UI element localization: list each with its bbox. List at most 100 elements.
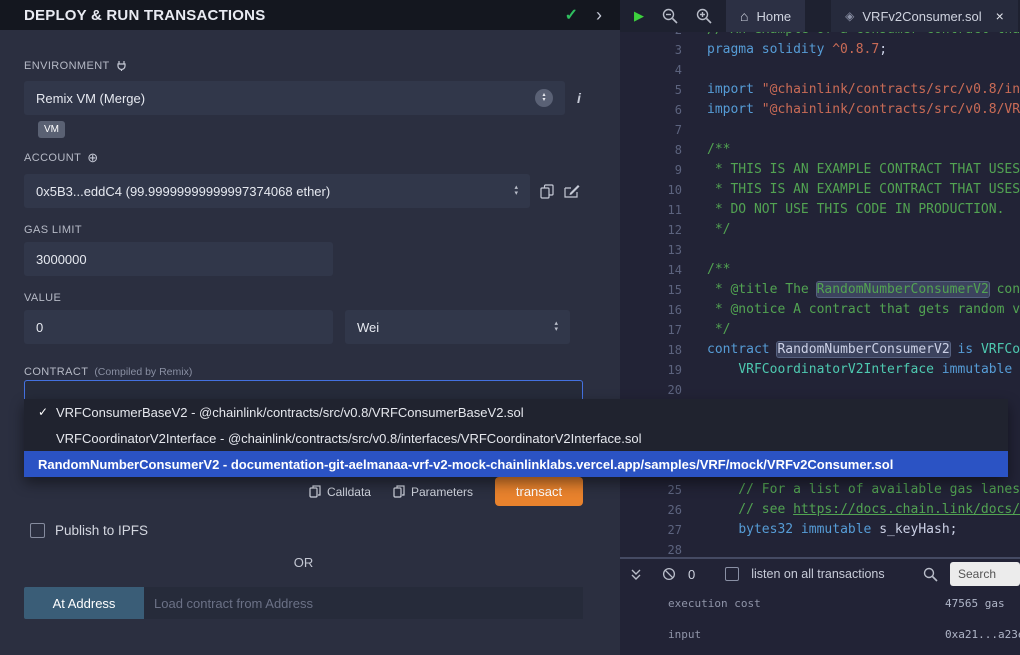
gas-limit-label: GAS LIMIT (24, 224, 596, 236)
line-number: 11 (620, 200, 690, 220)
line-number: 2 (620, 32, 690, 40)
listen-all-label: listen on all transactions (751, 567, 884, 581)
line-number: 20 (620, 380, 690, 400)
remix-app: DEPLOY & RUN TRANSACTIONS ✓ › ENVIRONMEN… (0, 0, 1020, 655)
tab-home[interactable]: ⌂ Home (726, 0, 805, 32)
code-line[interactable]: 14/** (620, 260, 1020, 280)
code-line[interactable]: 7 (620, 120, 1020, 140)
run-icon[interactable]: ▶ (634, 8, 644, 24)
line-number: 16 (620, 300, 690, 320)
zoom-out-icon[interactable] (662, 8, 678, 24)
code-line[interactable]: 19 VRFCoordinatorV2Interface immutable C… (620, 360, 1020, 380)
code-line[interactable]: 25 // For a list of available gas lanes … (620, 480, 1020, 500)
panel-title: DEPLOY & RUN TRANSACTIONS (24, 7, 565, 24)
line-number: 18 (620, 340, 690, 360)
parameters-button[interactable]: Parameters (393, 485, 473, 499)
code-line[interactable]: 4 (620, 60, 1020, 80)
transaction-details: execution cost 47565 gas input 0xa21...a… (620, 589, 1020, 641)
line-number: 27 (620, 520, 690, 540)
line-number: 4 (620, 60, 690, 80)
at-address-input[interactable] (144, 587, 583, 619)
code-line[interactable]: 18contract RandomNumberConsumerV2 is VRF… (620, 340, 1020, 360)
line-number: 3 (620, 40, 690, 60)
line-number: 6 (620, 100, 690, 120)
code-line[interactable]: 12 */ (620, 220, 1020, 240)
code-line[interactable]: 28 (620, 540, 1020, 557)
info-icon[interactable]: i (577, 90, 581, 106)
copy-icon[interactable] (540, 184, 554, 199)
account-select[interactable]: 0x5B3...eddC4 (99.99999999999997374068 e… (24, 174, 530, 208)
line-number: 5 (620, 80, 690, 100)
code-line[interactable]: 27 bytes32 immutable s_keyHash; (620, 520, 1020, 540)
plus-circle-icon[interactable]: ⊕ (87, 150, 98, 166)
contract-sublabel: (Compiled by Remix) (94, 366, 192, 378)
code-line[interactable]: 3pragma solidity ^0.8.7; (620, 40, 1020, 60)
close-icon[interactable]: × (996, 8, 1004, 24)
line-number: 7 (620, 120, 690, 140)
detail-value: 47565 gas (945, 597, 1005, 610)
vm-badge: VM (38, 121, 65, 138)
line-number: 12 (620, 220, 690, 240)
terminal-collapse-icon[interactable] (630, 568, 642, 581)
account-label: ACCOUNT ⊕ (24, 150, 596, 166)
value-unit-select[interactable]: Wei ▴▾ (345, 310, 570, 344)
clipboard-icon (309, 485, 321, 498)
environment-select[interactable]: Remix VM (Merge) ▴▾ (24, 81, 565, 115)
line-number: 15 (620, 280, 690, 300)
chevron-right-icon[interactable]: › (596, 6, 602, 24)
line-number: 8 (620, 140, 690, 160)
terminal-bar: 0 listen on all transactions (620, 559, 1020, 589)
value-input[interactable] (24, 310, 333, 344)
clipboard-icon (393, 485, 405, 498)
code-area[interactable]: 2// An example of a consumer contract th… (620, 32, 1020, 557)
line-number: 14 (620, 260, 690, 280)
pending-tx-icon (662, 567, 676, 581)
or-label: OR (24, 555, 583, 570)
detail-label: execution cost (668, 597, 945, 610)
panel-body: ENVIRONMENT Remix VM (Merge) ▴▾ i VM ACC… (0, 60, 620, 619)
code-line[interactable]: 26 // see https://docs.chain.link/docs/v… (620, 500, 1020, 520)
code-line[interactable]: 20 (620, 380, 1020, 400)
publish-ipfs-label: Publish to IPFS (55, 523, 148, 538)
terminal: 0 listen on all transactions execution c… (620, 557, 1020, 655)
at-address-button[interactable]: At Address (24, 587, 144, 619)
code-line[interactable]: 16 * @notice A contract that gets random… (620, 300, 1020, 320)
transact-button[interactable]: transact (495, 477, 583, 506)
contract-option-selected[interactable]: RandomNumberConsumerV2 - documentation-g… (24, 451, 1008, 477)
select-arrows-icon: ▴▾ (535, 89, 553, 107)
plug-icon (116, 60, 127, 72)
account-value: 0x5B3...eddC4 (99.99999999999997374068 e… (36, 184, 330, 199)
code-line[interactable]: 10 * THIS IS AN EXAMPLE CONTRACT THAT US… (620, 180, 1020, 200)
code-line[interactable]: 15 * @title The RandomNumberConsumerV2 c… (620, 280, 1020, 300)
code-line[interactable]: 5import "@chainlink/contracts/src/v0.8/i… (620, 80, 1020, 100)
contract-label: CONTRACT (Compiled by Remix) (24, 366, 596, 378)
search-icon (923, 567, 938, 582)
contract-option[interactable]: ✓ VRFConsumerBaseV2 - @chainlink/contrac… (24, 399, 1008, 425)
environment-value: Remix VM (Merge) (36, 91, 145, 106)
code-line[interactable]: 17 */ (620, 320, 1020, 340)
code-line[interactable]: 9 * THIS IS AN EXAMPLE CONTRACT THAT USE… (620, 160, 1020, 180)
detail-label: input (668, 628, 945, 641)
publish-ipfs-checkbox[interactable] (30, 523, 45, 538)
code-line[interactable]: 8/** (620, 140, 1020, 160)
line-number: 10 (620, 180, 690, 200)
gas-limit-input[interactable] (24, 242, 333, 276)
code-line[interactable]: 11 * DO NOT USE THIS CODE IN PRODUCTION. (620, 200, 1020, 220)
terminal-search-input[interactable] (950, 562, 1020, 586)
code-line[interactable]: 2// An example of a consumer contract th… (620, 32, 1020, 40)
code-line[interactable]: 6import "@chainlink/contracts/src/v0.8/V… (620, 100, 1020, 120)
line-number: 9 (620, 160, 690, 180)
solidity-file-icon: ◈ (845, 9, 854, 23)
listen-all-checkbox[interactable] (725, 567, 739, 581)
tab-vrfv2consumer[interactable]: ◈ VRFv2Consumer.sol × (831, 0, 1018, 32)
environment-label: ENVIRONMENT (24, 60, 596, 72)
edit-icon[interactable] (564, 184, 580, 199)
detail-row: input 0xa21...a23e (668, 628, 1020, 641)
line-number: 26 (620, 500, 690, 520)
contract-option[interactable]: VRFCoordinatorV2Interface - @chainlink/c… (24, 425, 1008, 451)
calldata-button[interactable]: Calldata (309, 485, 371, 499)
zoom-in-icon[interactable] (696, 8, 712, 24)
code-line[interactable]: 13 (620, 240, 1020, 260)
value-label: VALUE (24, 292, 596, 304)
select-arrows-icon: ▴▾ (554, 321, 558, 333)
